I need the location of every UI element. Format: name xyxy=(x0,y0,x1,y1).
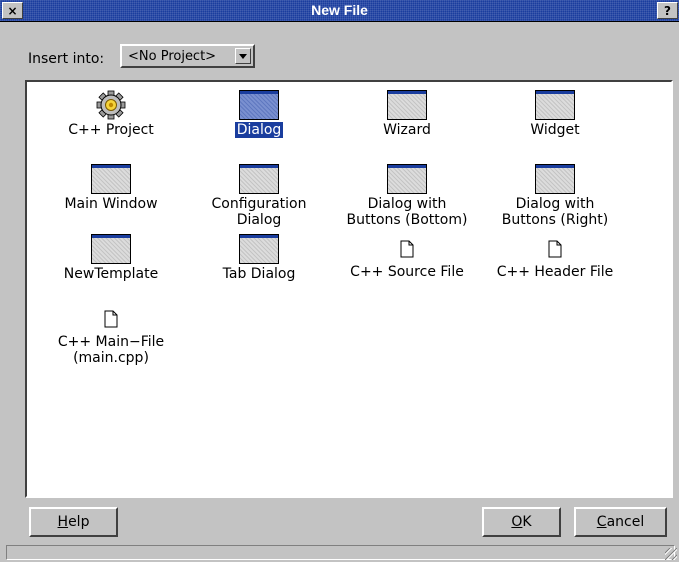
window-template-icon xyxy=(239,164,279,194)
status-bar xyxy=(6,545,675,560)
template-item[interactable]: Main Window xyxy=(41,164,181,212)
template-item-label: Dialog with Buttons (Right) xyxy=(501,196,609,228)
window-template-icon xyxy=(387,90,427,120)
template-item[interactable]: Configuration Dialog xyxy=(189,164,329,228)
template-item-label: C++ Source File xyxy=(350,264,464,280)
template-item[interactable]: Dialog with Buttons (Right) xyxy=(485,164,625,228)
window-template-icon xyxy=(535,90,575,120)
gear-icon xyxy=(96,90,126,120)
file-icon xyxy=(400,240,414,258)
template-item[interactable]: C++ Main−File (main.cpp) xyxy=(41,304,181,366)
template-item-label: Wizard xyxy=(383,122,431,138)
template-icon-view[interactable]: C++ Project Dialog Wizard Widget Main Window… xyxy=(25,80,673,498)
template-item-label: Configuration Dialog xyxy=(211,196,307,228)
template-item[interactable]: Dialog xyxy=(189,90,329,139)
window-title: New File xyxy=(311,2,368,18)
template-item-label: C++ Main−File (main.cpp) xyxy=(57,334,165,366)
template-item-label: C++ Header File xyxy=(496,264,614,280)
template-item[interactable]: C++ Header File xyxy=(485,234,625,280)
project-combo-value: <No Project> xyxy=(128,48,217,64)
template-item-label: Tab Dialog xyxy=(222,266,296,282)
cancel-button[interactable]: Cancel xyxy=(574,507,667,537)
window-template-icon xyxy=(535,164,575,194)
cancel-button-label: Cancel xyxy=(596,514,645,530)
window-template-icon xyxy=(387,164,427,194)
file-icon xyxy=(104,310,118,328)
resize-grip-icon[interactable] xyxy=(665,548,677,560)
title-bar: × New File ? xyxy=(0,0,679,22)
file-icon xyxy=(548,240,562,258)
template-item-label: Dialog xyxy=(233,121,285,139)
insert-into-row: Insert into: xyxy=(28,46,104,72)
window-template-icon xyxy=(91,164,131,194)
whats-this-button[interactable]: ? xyxy=(657,2,678,19)
help-button[interactable]: Help xyxy=(29,507,118,537)
template-item[interactable]: NewTemplate xyxy=(41,234,181,282)
insert-into-label: Insert into: xyxy=(28,51,105,67)
ok-button-label: OK xyxy=(511,514,532,530)
window-template-icon xyxy=(239,234,279,264)
window-template-icon xyxy=(239,90,279,120)
chevron-down-icon[interactable] xyxy=(235,48,251,64)
help-button-label: Help xyxy=(57,514,90,530)
template-item[interactable]: C++ Project xyxy=(41,90,181,138)
template-item[interactable]: Wizard xyxy=(337,90,477,138)
template-item-label: Main Window xyxy=(64,196,158,212)
project-combo[interactable]: <No Project> xyxy=(120,44,255,68)
template-item[interactable]: C++ Source File xyxy=(337,234,477,280)
template-item-label: NewTemplate xyxy=(63,266,159,282)
template-item-label: Dialog with Buttons (Bottom) xyxy=(346,196,468,228)
template-item[interactable]: Dialog with Buttons (Bottom) xyxy=(337,164,477,228)
template-item-label: C++ Project xyxy=(68,122,154,138)
template-item[interactable]: Widget xyxy=(485,90,625,138)
template-item[interactable]: Tab Dialog xyxy=(189,234,329,282)
window-template-icon xyxy=(91,234,131,264)
template-item-label: Widget xyxy=(530,122,580,138)
question-icon: ? xyxy=(664,3,671,18)
ok-button[interactable]: OK xyxy=(482,507,561,537)
